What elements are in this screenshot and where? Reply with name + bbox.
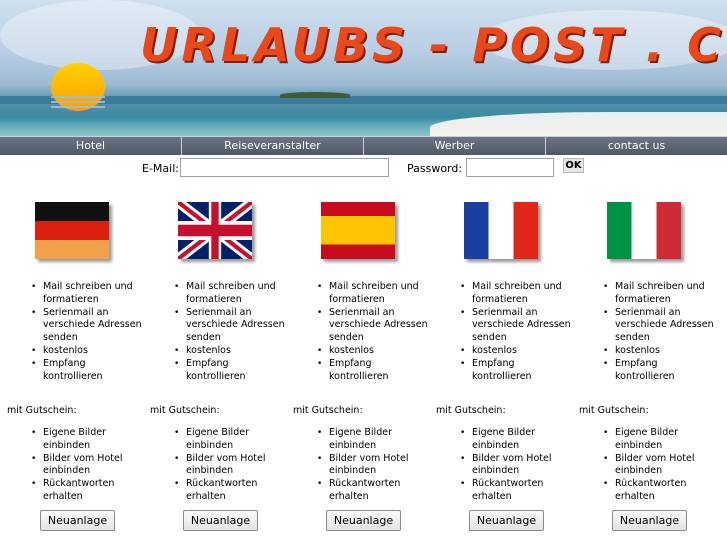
list-item: Rückantworten erhalten <box>0 478 143 504</box>
list-item: Empfang kontrollieren <box>429 358 572 384</box>
sun-reflection <box>51 93 105 111</box>
voucher-label: mit Gutschein: <box>579 405 649 416</box>
voucher-feature-list: Eigene Bilder einbinden Bilder vom Hotel… <box>429 427 572 504</box>
neuanlage-button[interactable]: Neuanlage <box>183 510 258 531</box>
list-item: Mail schreiben und formatieren <box>429 281 572 307</box>
list-item: Bilder vom Hotel einbinden <box>286 453 429 479</box>
voucher-feature-list: Eigene Bilder einbinden Bilder vom Hotel… <box>0 427 143 504</box>
germany-flag-icon[interactable] <box>35 202 109 259</box>
neuanlage-button[interactable]: Neuanlage <box>612 510 687 531</box>
list-item: kostenlos <box>0 345 143 358</box>
list-item: Empfang kontrollieren <box>286 358 429 384</box>
feature-list: Mail schreiben und formatieren Serienmai… <box>143 281 286 383</box>
list-item: Empfang kontrollieren <box>0 358 143 384</box>
list-item: Bilder vom Hotel einbinden <box>572 453 715 479</box>
list-item: Mail schreiben und formatieren <box>286 281 429 307</box>
feature-list: Mail schreiben und formatieren Serienmai… <box>429 281 572 383</box>
voucher-label: mit Gutschein: <box>436 405 506 416</box>
list-item: kostenlos <box>572 345 715 358</box>
language-column-es: Mail schreiben und formatieren Serienmai… <box>286 195 429 545</box>
language-column-de: Mail schreiben und formatieren Serienmai… <box>0 195 143 545</box>
header-banner: URLAUBS - POST . C <box>0 0 727 136</box>
nav-contact-us[interactable]: contact us <box>546 136 727 155</box>
feature-list: Mail schreiben und formatieren Serienmai… <box>572 281 715 383</box>
list-item: kostenlos <box>286 345 429 358</box>
voucher-feature-list: Eigene Bilder einbinden Bilder vom Hotel… <box>286 427 429 504</box>
nav-werber[interactable]: Werber <box>364 136 546 155</box>
language-column-en: Mail schreiben und formatieren Serienmai… <box>143 195 286 545</box>
beach <box>430 112 727 136</box>
email-field[interactable] <box>180 158 389 177</box>
italy-flag-icon[interactable] <box>607 202 681 259</box>
voucher-feature-list: Eigene Bilder einbinden Bilder vom Hotel… <box>572 427 715 504</box>
feature-list: Mail schreiben und formatieren Serienmai… <box>286 281 429 383</box>
list-item: Eigene Bilder einbinden <box>429 427 572 453</box>
voucher-label: mit Gutschein: <box>150 405 220 416</box>
language-column-it: Mail schreiben und formatieren Serienmai… <box>572 195 715 545</box>
spain-flag-icon[interactable] <box>321 202 395 259</box>
island <box>280 92 350 98</box>
list-item: Bilder vom Hotel einbinden <box>0 453 143 479</box>
list-item: Serienmail an verschiede Adressen senden <box>286 307 429 345</box>
language-column-fr: Mail schreiben und formatieren Serienmai… <box>429 195 572 545</box>
list-item: kostenlos <box>143 345 286 358</box>
list-item: Eigene Bilder einbinden <box>572 427 715 453</box>
uk-flag-icon[interactable] <box>178 202 252 259</box>
nav-reiseveranstalter[interactable]: Reiseveranstalter <box>182 136 364 155</box>
list-item: Empfang kontrollieren <box>572 358 715 384</box>
list-item: Serienmail an verschiede Adressen senden <box>572 307 715 345</box>
sea-horizon <box>0 96 727 104</box>
list-item: Eigene Bilder einbinden <box>143 427 286 453</box>
list-item: Bilder vom Hotel einbinden <box>143 453 286 479</box>
voucher-label: mit Gutschein: <box>7 405 77 416</box>
neuanlage-button[interactable]: Neuanlage <box>40 510 115 531</box>
ok-button[interactable]: OK <box>563 158 584 173</box>
login-bar: E-Mail: Password: OK <box>0 155 727 181</box>
list-item: Serienmail an verschiede Adressen senden <box>143 307 286 345</box>
list-item: Rückantworten erhalten <box>572 478 715 504</box>
list-item: Empfang kontrollieren <box>143 358 286 384</box>
list-item: Rückantworten erhalten <box>143 478 286 504</box>
list-item: Eigene Bilder einbinden <box>286 427 429 453</box>
password-field[interactable] <box>466 158 554 177</box>
list-item: Eigene Bilder einbinden <box>0 427 143 453</box>
list-item: Rückantworten erhalten <box>429 478 572 504</box>
list-item: kostenlos <box>429 345 572 358</box>
list-item: Bilder vom Hotel einbinden <box>429 453 572 479</box>
neuanlage-button[interactable]: Neuanlage <box>326 510 401 531</box>
france-flag-icon[interactable] <box>464 202 538 259</box>
list-item: Serienmail an verschiede Adressen senden <box>0 307 143 345</box>
list-item: Rückantworten erhalten <box>286 478 429 504</box>
nav-hotel[interactable]: Hotel <box>0 136 182 155</box>
list-item: Mail schreiben und formatieren <box>0 281 143 307</box>
voucher-feature-list: Eigene Bilder einbinden Bilder vom Hotel… <box>143 427 286 504</box>
main-nav: Hotel Reiseveranstalter Werber contact u… <box>0 136 727 155</box>
voucher-label: mit Gutschein: <box>293 405 363 416</box>
email-label: E-Mail: <box>142 162 179 175</box>
list-item: Mail schreiben und formatieren <box>143 281 286 307</box>
list-item: Serienmail an verschiede Adressen senden <box>429 307 572 345</box>
site-title: URLAUBS - POST . C <box>140 18 725 72</box>
password-label: Password: <box>407 162 463 175</box>
neuanlage-button[interactable]: Neuanlage <box>469 510 544 531</box>
feature-list: Mail schreiben und formatieren Serienmai… <box>0 281 143 383</box>
list-item: Mail schreiben und formatieren <box>572 281 715 307</box>
